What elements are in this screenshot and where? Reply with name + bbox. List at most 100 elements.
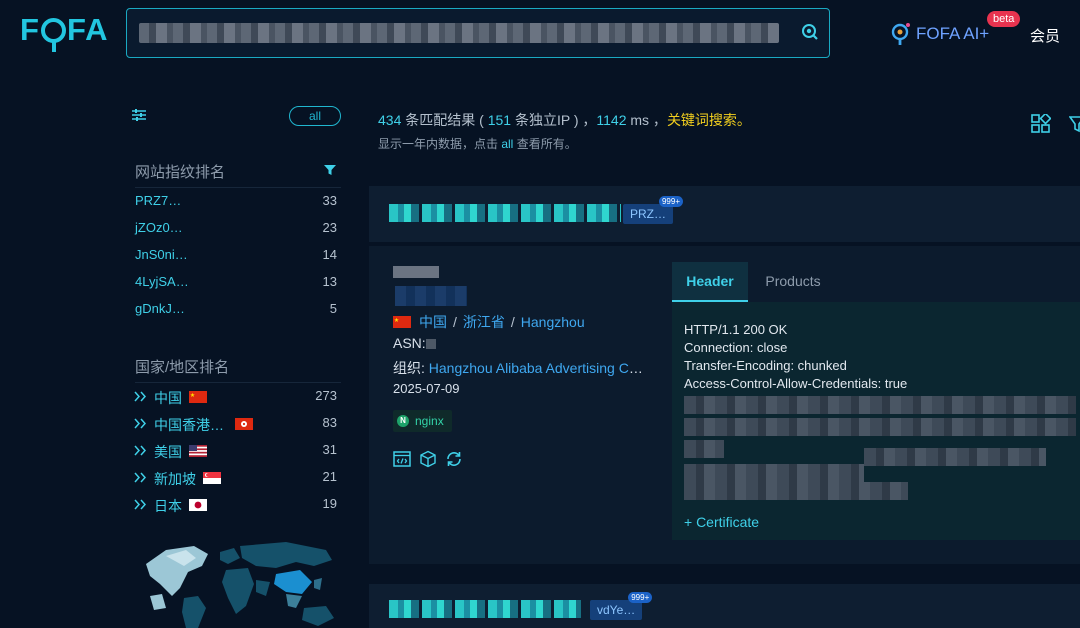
result-card-header[interactable]: PRZ… 999+: [369, 186, 1080, 242]
view-all-link[interactable]: all: [501, 137, 513, 151]
search-bar[interactable]: [126, 8, 830, 58]
tag-count-badge: 999+: [628, 592, 653, 603]
tab-header[interactable]: Header: [672, 262, 748, 302]
fofa-logo[interactable]: F FA: [20, 10, 109, 52]
fingerprint-count: 5: [329, 301, 337, 316]
province-link[interactable]: 浙江省: [463, 314, 505, 330]
fingerprint-item[interactable]: gDnkJ… 5: [135, 301, 341, 323]
blurred-header-line: [684, 464, 864, 482]
http-header-line: Access-Control-Allow-Credentials: true: [684, 376, 908, 391]
blurred-host[interactable]: [395, 286, 467, 306]
fingerprint-name[interactable]: jZOz0…: [135, 220, 183, 235]
blurred-header-line: [684, 440, 724, 458]
filter-sliders-icon[interactable]: [132, 108, 146, 122]
country-item-jp[interactable]: 日本 19: [133, 496, 341, 518]
result-card-header[interactable]: vdYe… 999+: [369, 584, 1080, 628]
city-link[interactable]: Hangzhou: [521, 314, 585, 330]
fingerprint-item[interactable]: 4LyjSA… 13: [135, 274, 341, 296]
fingerprint-count: 23: [322, 220, 337, 235]
country-heading: 国家/地区排名: [135, 359, 230, 376]
logo-ring-icon: [40, 17, 66, 52]
detail-tabs: Header Products: [672, 262, 1080, 302]
note-text: 查看所有。: [513, 137, 577, 151]
refresh-icon[interactable]: [445, 450, 463, 468]
fingerprint-item[interactable]: JnS0ni… 14: [135, 247, 341, 269]
country-name[interactable]: 中国香港…: [154, 415, 224, 435]
world-map[interactable]: [136, 536, 342, 628]
blurred-result-title[interactable]: [389, 204, 621, 222]
fingerprint-name[interactable]: gDnkJ…: [135, 301, 185, 316]
org-row: 组织: Hangzhou Alibaba Advertising Co.,Ltd…: [393, 358, 649, 378]
country-count: 31: [322, 442, 337, 457]
country-count: 273: [315, 388, 337, 403]
nginx-icon: N: [397, 415, 409, 427]
http-header-line: HTTP/1.1 200 OK: [684, 322, 788, 337]
fingerprint-item[interactable]: PRZ7… 33: [135, 193, 341, 215]
note-text: 显示一年内数据，点击: [378, 137, 502, 151]
cube-icon[interactable]: [419, 450, 437, 468]
double-chevron-right-icon: [134, 418, 147, 429]
result-summary: 434 条匹配结果 ( 151 条独立IP ) ，1142 ms ，关键词搜索。: [378, 110, 751, 130]
blurred-result-title[interactable]: [389, 600, 581, 618]
fingerprint-tag[interactable]: PRZ… 999+: [623, 196, 683, 224]
fingerprint-count: 13: [322, 274, 337, 289]
blurred-asn[interactable]: [425, 339, 436, 349]
code-window-icon[interactable]: [393, 450, 411, 468]
summary-text: 条匹配结果 (: [401, 112, 488, 128]
asn-label: ASN:: [393, 335, 426, 351]
country-count: 83: [322, 415, 337, 430]
fofa-ai-link[interactable]: FOFA AI+: [890, 22, 989, 46]
grid-view-icon[interactable]: [1031, 114, 1051, 134]
org-link[interactable]: Hangzhou Alibaba Advertising Co.,Ltd.: [429, 360, 649, 376]
all-toggle-button[interactable]: all: [289, 106, 341, 126]
summary-text: ms ，: [626, 112, 667, 128]
double-chevron-right-icon: [134, 499, 147, 510]
fingerprint-name[interactable]: 4LyjSA…: [135, 274, 189, 289]
blurred-header-line: [684, 396, 1076, 414]
http-header-line: Connection: close: [684, 340, 788, 355]
fingerprint-tag[interactable]: vdYe… 999+: [590, 592, 653, 620]
tab-products[interactable]: Products: [748, 262, 838, 302]
us-flag-icon: [189, 445, 207, 457]
double-chevron-right-icon: [134, 445, 147, 456]
cn-flag-icon: [393, 316, 411, 328]
server-tag[interactable]: N nginx: [393, 410, 452, 432]
country-item-hk[interactable]: 中国香港… 83: [133, 415, 341, 437]
http-header-panel: HTTP/1.1 200 OK Connection: close Transf…: [672, 302, 1080, 540]
cn-flag-icon: [189, 391, 207, 403]
org-label: 组织:: [393, 360, 429, 376]
country-name[interactable]: 新加坡: [154, 469, 196, 489]
search-icon[interactable]: [801, 23, 819, 41]
country-item-cn[interactable]: 中国 273: [133, 388, 341, 410]
member-link[interactable]: 会员: [1030, 25, 1060, 46]
double-chevron-right-icon: [134, 391, 147, 402]
sg-flag-icon: [203, 472, 221, 484]
divider: [135, 382, 341, 383]
filter-funnel-icon[interactable]: [324, 164, 336, 176]
double-chevron-right-icon: [134, 472, 147, 483]
fingerprint-heading: 网站指纹排名: [135, 164, 226, 181]
divider: [135, 187, 341, 188]
fingerprint-name[interactable]: JnS0ni…: [135, 247, 188, 262]
country-name[interactable]: 日本: [154, 496, 182, 516]
blurred-header-line: [684, 418, 1076, 436]
fingerprint-tag-label: vdYe…: [597, 603, 636, 617]
country-link[interactable]: 中国: [419, 314, 447, 330]
fingerprint-count: 33: [322, 193, 337, 208]
country-count: 19: [322, 496, 337, 511]
unique-ip-count: 151: [487, 112, 512, 128]
blurred-header-line: [864, 448, 1046, 466]
summary-text: 条独立IP ) ，: [511, 112, 597, 128]
country-name[interactable]: 中国: [154, 388, 182, 408]
fofa-ai-label: FOFA AI+: [916, 24, 990, 43]
fingerprint-item[interactable]: jZOz0… 23: [135, 220, 341, 242]
blurred-ip[interactable]: [393, 266, 439, 278]
country-item-sg[interactable]: 新加坡 21: [133, 469, 341, 491]
fingerprint-name[interactable]: PRZ7…: [135, 193, 181, 208]
country-item-us[interactable]: 美国 31: [133, 442, 341, 464]
blurred-header-line: [684, 482, 908, 500]
certificate-toggle[interactable]: + Certificate: [684, 514, 759, 530]
country-name[interactable]: 美国: [154, 442, 182, 462]
search-input[interactable]: [139, 23, 779, 43]
filter-icon[interactable]: [1069, 114, 1080, 134]
